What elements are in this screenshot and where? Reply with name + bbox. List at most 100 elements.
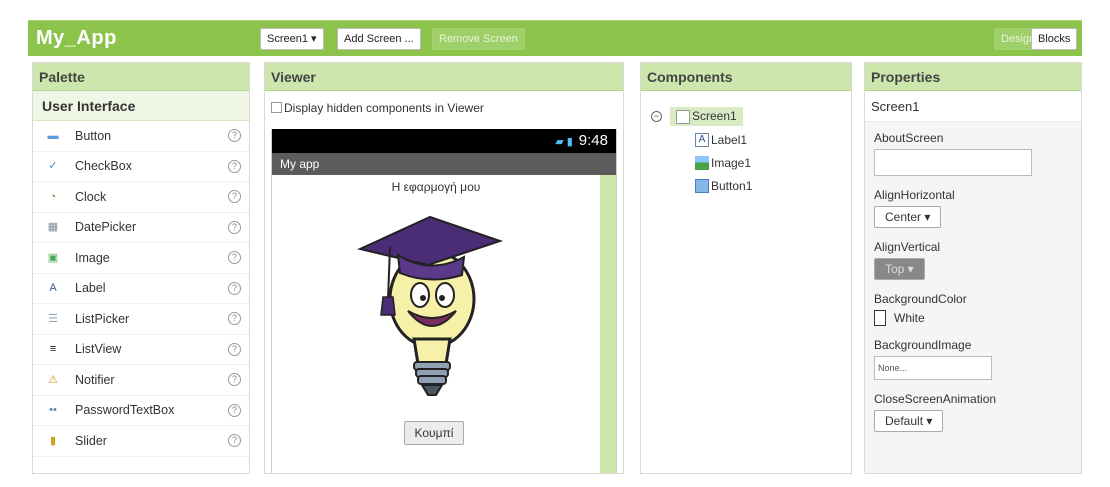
aboutscreen-input[interactable] [874,149,1032,176]
passwordtextbox-icon: •• [49,404,57,417]
phone-scrollbar[interactable] [600,175,616,473]
image1-node[interactable]: Image1 [649,151,752,174]
palette-item-label: Slider [75,433,107,448]
checkbox-icon: ✓ [48,160,58,173]
closescreenanimation-dropdown[interactable]: Default ▾ [874,410,944,432]
palette-item-label: Clock [75,189,107,204]
notifier-icon: ⚠ [48,373,58,386]
display-hidden-checkbox[interactable]: Display hidden components in Viewer [271,101,484,115]
help-icon[interactable]: ? [228,281,241,295]
phone-preview: ▰ ▮ 9:48 My app Η εφαρμογή μου Κουμπί [271,129,617,473]
checkbox-icon[interactable] [271,102,282,113]
collapse-icon[interactable]: − [651,111,662,122]
button1-text: Button1 [711,178,753,193]
help-icon[interactable]: ? [228,190,241,203]
phone-screen: Η εφαρμογή μου Κουμπί [272,175,616,473]
components-header: Components [641,63,851,91]
palette-item-listview[interactable]: ≡ ListView? [33,335,249,365]
palette-item-label: DatePicker [75,220,137,235]
datepicker-icon: ▦ [47,221,59,234]
backgroundimage-label: BackgroundImage [874,338,972,352]
button-icon [695,178,709,193]
button1-node[interactable]: Button1 [649,174,752,197]
app-title: My_App [36,27,117,49]
help-icon[interactable]: ? [228,342,241,356]
palette-item-label: Label [75,281,106,296]
screen1-label: Screen1 [692,109,737,124]
color-swatch[interactable] [874,310,886,326]
palette-item-label[interactable]: A Label? [33,274,249,304]
palette-list: ▬ Button? ✓ CheckBox? ◔ Clock? ▦ DatePicker? ▣ Im… [33,121,249,457]
palette-item-label: Notifier [75,372,115,387]
palette-item-image[interactable]: ▣ Image? [33,243,249,274]
palette-item-label: Image [75,250,110,265]
alignhorizontal-dropdown[interactable]: Center ▾ [874,206,942,228]
help-icon[interactable]: ? [228,251,241,264]
selected-component-name: Screen1 [865,91,1081,122]
palette-panel: Palette User Interface ▬ Button? ✓ CheckBox… [32,62,250,474]
label-icon: A [695,132,709,147]
components-panel: Components − Screen1 A Label1 Image1 Butt… [640,62,852,474]
phone-label1[interactable]: Η εφαρμογή μου [272,180,600,194]
backgroundimage-input[interactable]: None... [874,356,992,380]
slider-icon: ▮ [49,434,57,447]
screen-icon [676,109,690,124]
help-icon[interactable]: ? [228,220,241,234]
palette-item-slider[interactable]: ▮ Slider? [33,426,249,457]
phone-button1[interactable]: Κουμπί [404,421,464,445]
alignhorizontal-label: AlignHorizontal [874,188,955,202]
alignvertical-label: AlignVertical [874,240,941,254]
listview-icon: ≡ [49,343,57,356]
image-icon: ▣ [47,251,59,264]
button-icon: ▬ [47,129,59,142]
backgroundcolor-label: BackgroundColor [874,292,967,306]
help-icon[interactable]: ? [228,373,241,386]
help-icon[interactable]: ? [228,159,241,173]
palette-item-label: Button [75,128,112,143]
signal-battery-icon: ▰ ▮ [555,136,573,148]
screen1-node[interactable]: Screen1 [670,107,743,126]
palette-item-label: ListPicker [75,311,130,326]
help-icon[interactable]: ? [228,129,241,142]
properties-header: Properties [865,63,1081,91]
palette-item-checkbox[interactable]: ✓ CheckBox? [33,152,249,182]
phone-time: 9:48 [578,132,608,149]
palette-item-button[interactable]: ▬ Button? [33,121,249,152]
palette-item-datepicker[interactable]: ▦ DatePicker? [33,213,249,243]
palette-item-label: CheckBox [75,159,132,174]
help-icon[interactable]: ? [228,403,241,417]
user-interface-category[interactable]: User Interface [33,91,249,121]
palette-item-clock[interactable]: ◔ Clock? [33,182,249,213]
aboutscreen-label: AboutScreen [874,131,944,145]
display-hidden-label: Display hidden components in Viewer [284,101,484,115]
image-icon [695,155,709,170]
remove-screen-button[interactable]: Remove Screen [432,28,525,50]
palette-item-notifier[interactable]: ⚠ Notifier? [33,365,249,396]
screen-tree-row[interactable]: − Screen1 [649,105,752,128]
blocks-button[interactable]: Blocks [1031,28,1078,50]
palette-item-listpicker[interactable]: ☰ ListPicker? [33,304,249,335]
backgroundcolor-selector[interactable]: White [874,310,1081,326]
clock-icon: ◔ [49,190,57,203]
label1-node[interactable]: A Label1 [649,128,752,151]
top-toolbar: My_App Screen1 ▾ Add Screen ... Remove S… [28,20,1082,56]
palette-item-label: PasswordTextBox [75,403,175,418]
alignvertical-dropdown[interactable]: Top ▾ [874,258,925,280]
label1-text: Label1 [711,132,748,147]
properties-list: AboutScreen AlignHorizontal Center ▾ Ali… [865,122,1081,473]
screen-selector-button[interactable]: Screen1 ▾ [260,28,324,50]
viewer-panel: Viewer Display hidden components in View… [264,62,624,474]
palette-item-label: ListView [75,342,122,357]
palette-item-passwordtextbox[interactable]: •• PasswordTextBox? [33,396,249,426]
listpicker-icon: ☰ [48,312,58,325]
lightbulb-graduate-image[interactable] [350,199,510,409]
viewer-header: Viewer [265,63,623,91]
image1-text: Image1 [711,155,752,170]
closescreenanimation-label: CloseScreenAnimation [874,392,997,406]
phone-status-bar: ▰ ▮ 9:48 [272,129,616,153]
add-screen-button[interactable]: Add Screen ... [337,28,421,50]
palette-header: Palette [33,63,249,91]
help-icon[interactable]: ? [228,434,241,447]
help-icon[interactable]: ? [228,312,241,325]
backgroundcolor-value: White [894,311,925,325]
